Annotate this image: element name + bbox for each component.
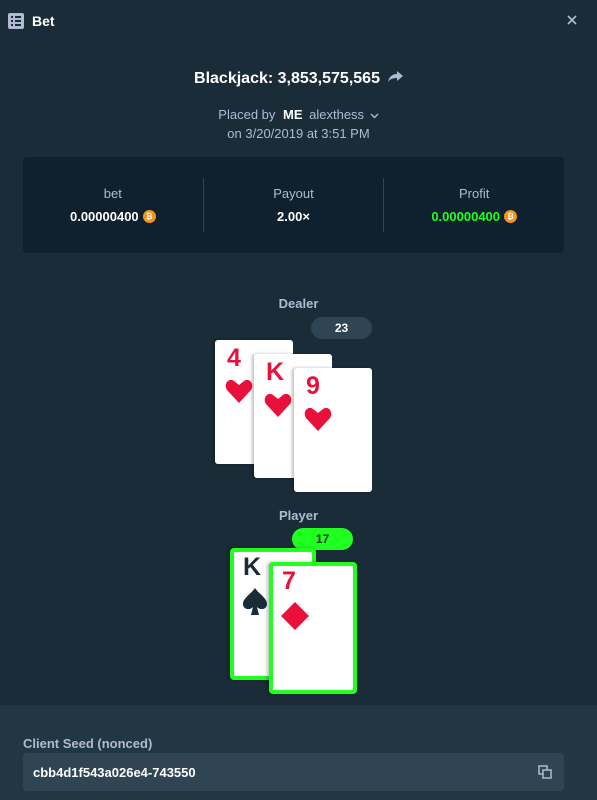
chevron-down-icon[interactable] (370, 107, 379, 122)
stat-payout-label: Payout (273, 186, 314, 201)
card-rank: 7 (282, 567, 296, 595)
modal-title: Bet (32, 13, 55, 29)
card-rank: K (266, 358, 285, 386)
diamond-icon (280, 601, 310, 636)
bet-title: Blackjack: 3,853,575,565 (194, 70, 380, 87)
card-rank: K (243, 553, 262, 581)
card-rank: 4 (227, 344, 241, 372)
client-seed-field[interactable]: cbb4d1f543a026e4-743550 (23, 753, 564, 791)
player-score-badge: 17 (292, 528, 353, 550)
close-icon (567, 15, 577, 25)
client-seed-label: Client Seed (nonced) (23, 736, 153, 751)
client-seed-value: cbb4d1f543a026e4-743550 (33, 764, 196, 780)
dealer-score-badge: 23 (311, 317, 372, 339)
stat-bet-value-row: 0.00000400 ₿ (23, 209, 203, 224)
me-label: ME (283, 107, 303, 122)
stat-profit-label: Profit (459, 186, 490, 201)
heart-icon (225, 378, 253, 409)
modal-header: Bet (0, 0, 597, 42)
placed-by-row: Placed by ME alexthess (0, 107, 597, 122)
dealer-label: Dealer (278, 296, 319, 311)
heart-icon (304, 406, 332, 437)
stat-profit: Profit 0.00000400 ₿ (383, 178, 564, 232)
close-button[interactable] (565, 13, 579, 27)
card-rank: 9 (306, 372, 320, 400)
spade-icon (241, 587, 269, 622)
heart-icon (264, 392, 292, 423)
stat-payout: Payout 2.00× (202, 178, 384, 232)
placed-by-label: Placed by (218, 107, 276, 122)
stat-bet-label: bet (103, 186, 122, 201)
stat-bet-value: 0.00000400 (69, 209, 139, 224)
bet-slip-icon (8, 13, 24, 29)
stat-payout-value: 2.00× (277, 209, 310, 224)
player-label: Player (278, 508, 319, 523)
stat-profit-value: 0.00000400 (431, 209, 501, 224)
stat-bet: bet 0.00000400 ₿ (23, 178, 203, 232)
bet-stats-panel: bet 0.00000400 ₿ Payout 2.00× Profit 0.0… (23, 157, 564, 253)
stat-profit-value-row: 0.00000400 ₿ (384, 209, 564, 224)
copy-icon[interactable] (538, 765, 552, 782)
bet-title-row: Blackjack: 3,853,575,565 (0, 70, 597, 88)
dealer-card-3: 9 (294, 368, 372, 492)
share-icon[interactable] (387, 70, 403, 88)
bitcoin-icon: ₿ (504, 210, 518, 223)
player-card-2: 7 (269, 562, 357, 694)
username-link[interactable]: alexthess (309, 107, 364, 122)
bitcoin-icon: ₿ (142, 210, 156, 223)
bet-date: on 3/20/2019 at 3:51 PM (227, 126, 370, 141)
